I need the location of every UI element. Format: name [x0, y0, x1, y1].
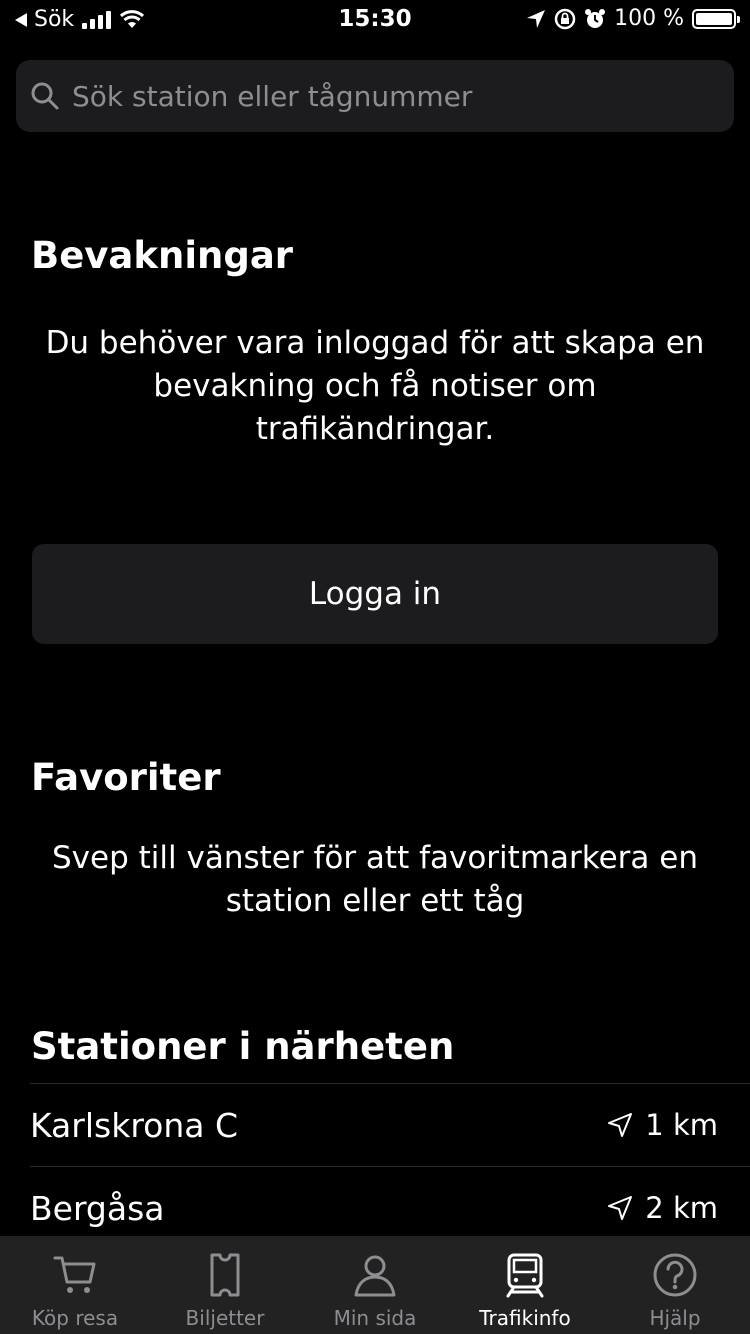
- navigation-arrow-icon: [608, 1113, 633, 1137]
- tab-label: Biljetter: [185, 1306, 265, 1330]
- station-name: Bergåsa: [30, 1188, 165, 1228]
- tab-label: Trafikinfo: [479, 1306, 571, 1330]
- search-input[interactable]: [72, 79, 712, 113]
- help-icon: [653, 1253, 697, 1297]
- navigation-arrow-icon: [608, 1196, 633, 1220]
- station-name: Karlskrona C: [30, 1105, 239, 1145]
- location-arrow-icon: [527, 9, 546, 28]
- tab-hjalp[interactable]: Hjälp: [600, 1236, 750, 1334]
- tab-bar: Köp resa Biljetter Min sida Trafikinfo H…: [0, 1236, 750, 1334]
- tab-trafikinfo[interactable]: Trafikinfo: [450, 1236, 600, 1334]
- tab-label: Min sida: [333, 1306, 417, 1330]
- ticket-icon: [210, 1253, 240, 1297]
- screen: Sök 15:30 100 % Sök station eller tågnum…: [0, 0, 750, 1334]
- search-icon: [31, 82, 59, 110]
- status-right: 100 %: [526, 6, 740, 31]
- distance-value: 2 km: [645, 1191, 718, 1225]
- station-distance: 2 km: [607, 1191, 718, 1225]
- station-list: Karlskrona C 1 km Bergåsa 2 km: [30, 1083, 750, 1249]
- battery-percent: 100 %: [614, 6, 684, 31]
- station-row[interactable]: Karlskrona C 1 km: [30, 1083, 750, 1166]
- login-button[interactable]: Logga in: [32, 544, 718, 644]
- favorites-message: Svep till vänster för att favoritmarkera…: [52, 840, 698, 919]
- search-bar[interactable]: [16, 60, 734, 132]
- status-bar: Sök 15:30 100 %: [0, 0, 750, 40]
- tab-min-sida[interactable]: Min sida: [300, 1236, 450, 1334]
- nearby-title: Stationer i närheten: [31, 1025, 455, 1068]
- distance-value: 1 km: [645, 1108, 718, 1142]
- battery-icon: [692, 8, 740, 29]
- tab-biljetter[interactable]: Biljetter: [150, 1236, 300, 1334]
- favorites-title: Favoriter: [31, 756, 221, 799]
- train-icon: [506, 1253, 544, 1298]
- orientation-lock-icon: [554, 8, 576, 29]
- person-icon: [354, 1255, 396, 1297]
- tab-label: Köp resa: [31, 1306, 119, 1330]
- cart-icon: [53, 1256, 96, 1293]
- station-distance: 1 km: [607, 1108, 718, 1142]
- watches-title: Bevakningar: [31, 234, 294, 277]
- watches-message: Du behöver vara inloggad för att skapa e…: [45, 325, 705, 447]
- tab-kop-resa[interactable]: Köp resa: [0, 1236, 150, 1334]
- alarm-icon: [585, 8, 606, 28]
- tab-label: Hjälp: [649, 1306, 701, 1330]
